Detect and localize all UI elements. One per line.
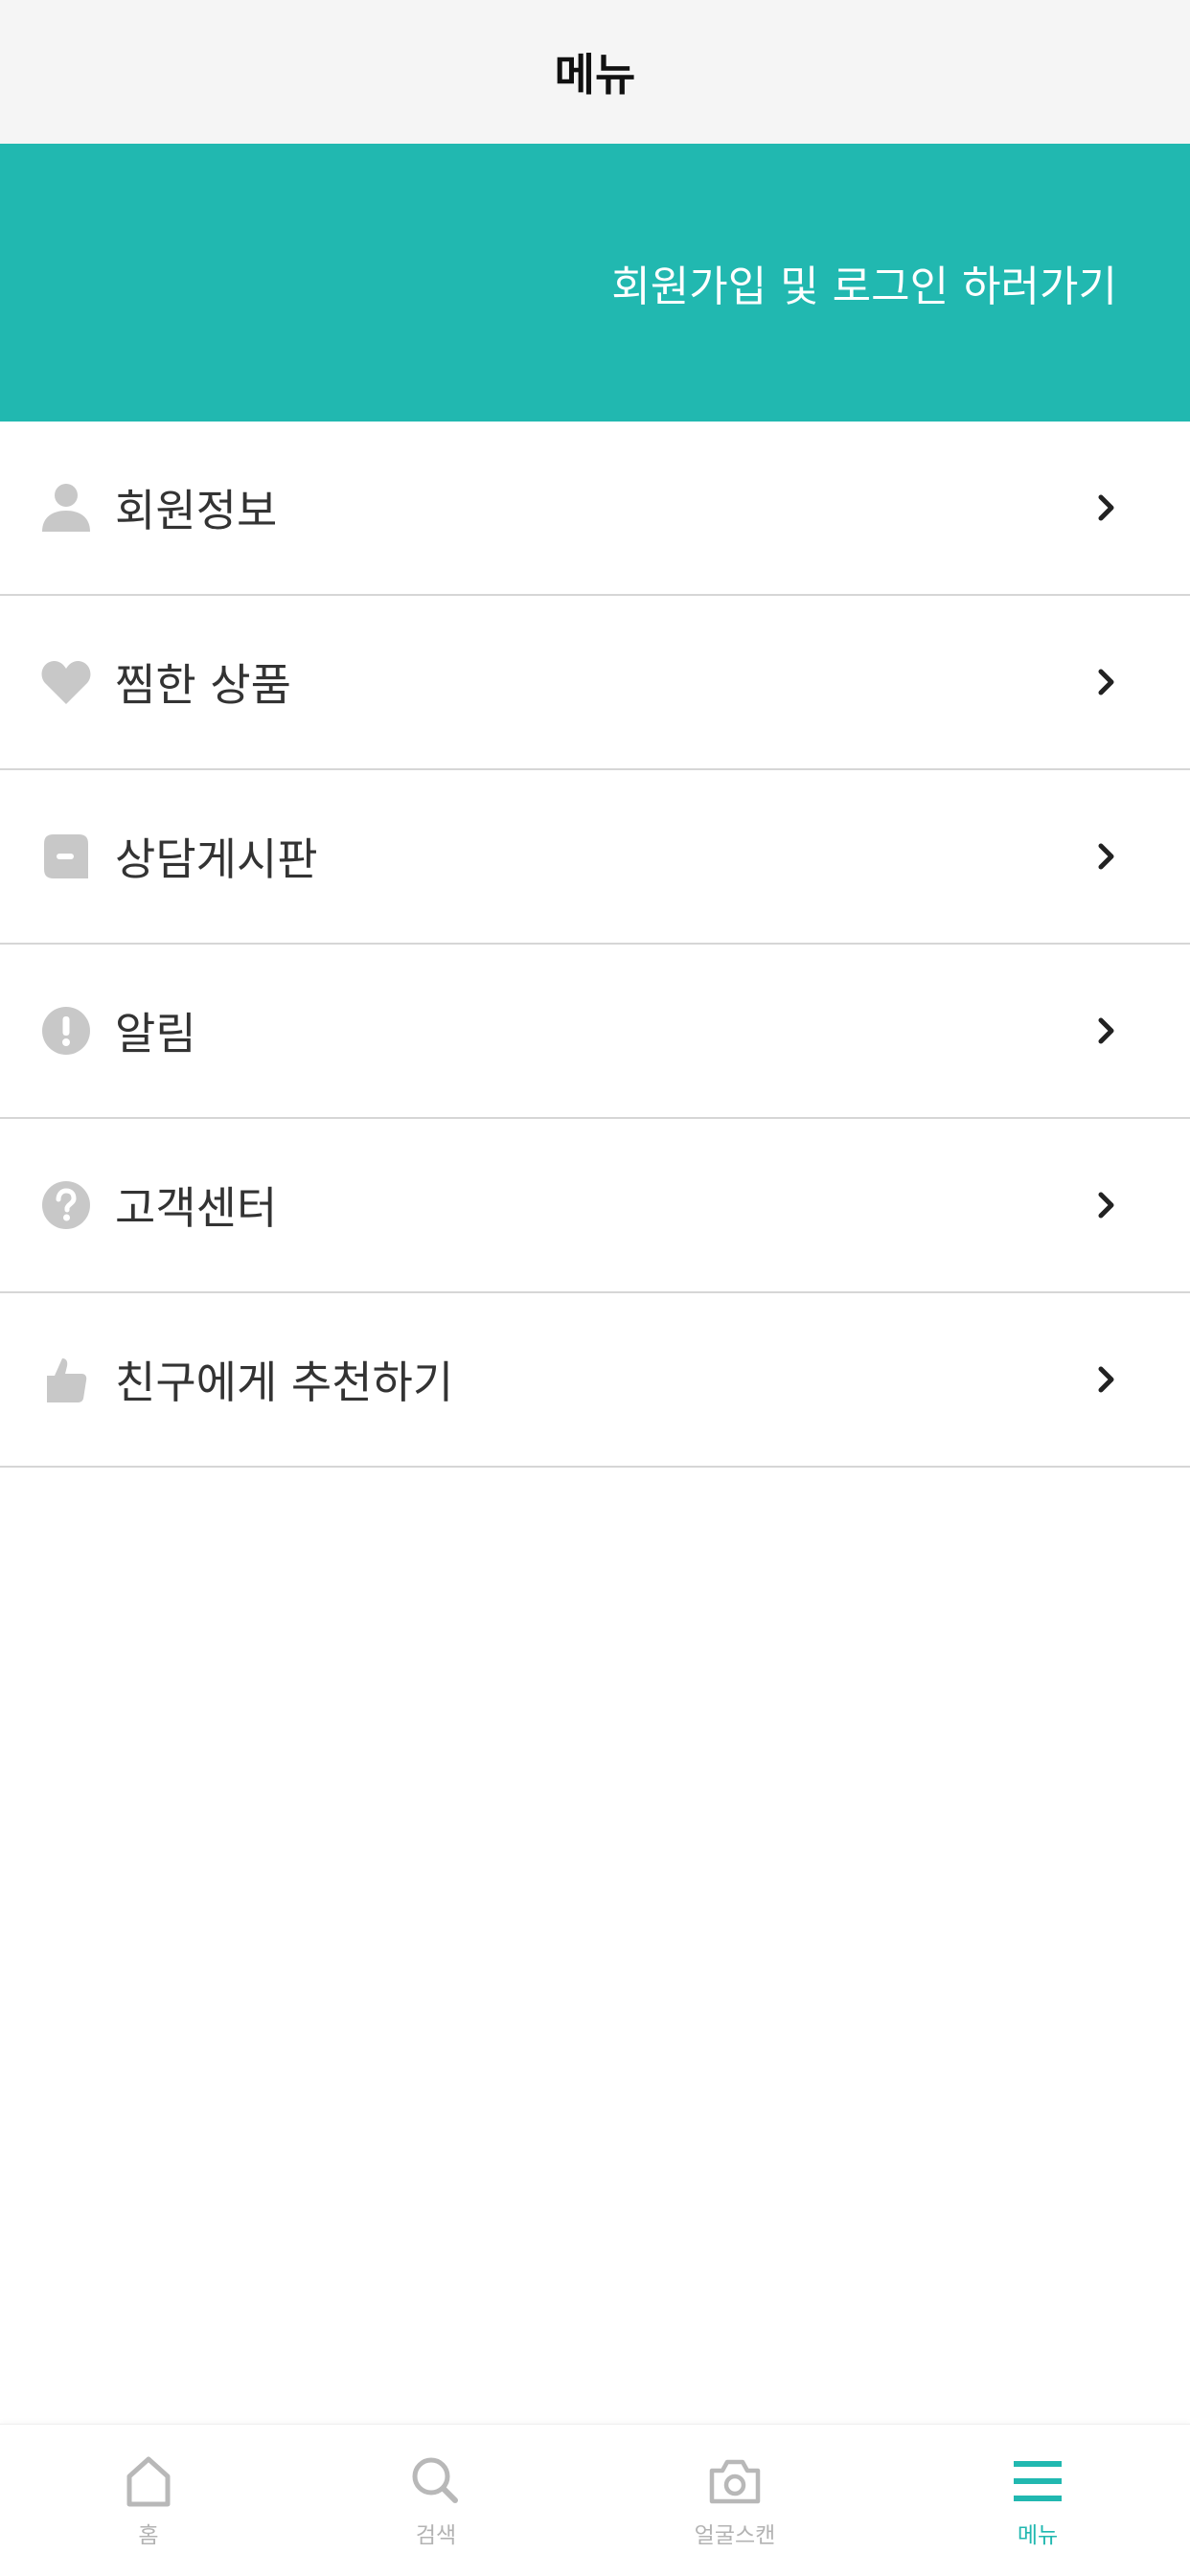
tab-label: 검색: [415, 2523, 457, 2548]
tab-face-scan[interactable]: 얼굴스캔: [677, 2425, 792, 2576]
camera-icon: [705, 2451, 765, 2511]
help-icon: [40, 1179, 92, 1231]
thumbs-up-icon: [40, 1354, 92, 1405]
person-icon: [40, 482, 92, 534]
menu-item-customer-center[interactable]: 고객센터: [0, 1119, 1190, 1293]
heart-icon: [40, 656, 92, 708]
tab-label: 얼굴스캔: [694, 2523, 776, 2548]
menu-item-label: 찜한 상품: [115, 659, 291, 711]
menu-item-label: 고객센터: [115, 1182, 278, 1234]
menu-item-member-info[interactable]: 회원정보: [0, 422, 1190, 596]
menu-item-wishlist[interactable]: 찜한 상품: [0, 596, 1190, 770]
search-icon: [406, 2451, 466, 2511]
menu-item-recommend-friend[interactable]: 친구에게 추천하기: [0, 1293, 1190, 1468]
login-banner[interactable]: 회원가입 및 로그인 하러가기: [0, 144, 1190, 422]
menu-item-notifications[interactable]: 알림: [0, 945, 1190, 1119]
alert-icon: [40, 1005, 92, 1057]
chat-bubble-icon: [40, 831, 92, 882]
menu-list: 회원정보 찜한 상품 상담게시판 알림 고객센터 친구에게 추천하기: [0, 422, 1190, 1468]
home-icon: [119, 2451, 178, 2511]
menu-icon: [1008, 2451, 1067, 2511]
chevron-right-icon: [1092, 1016, 1121, 1045]
tab-menu[interactable]: 메뉴: [980, 2425, 1095, 2576]
menu-item-label: 회원정보: [115, 485, 278, 536]
menu-item-consult-board[interactable]: 상담게시판: [0, 770, 1190, 945]
chevron-right-icon: [1092, 1191, 1121, 1220]
chevron-right-icon: [1092, 1365, 1121, 1394]
menu-item-label: 알림: [115, 1008, 196, 1060]
top-header: 메뉴: [0, 0, 1190, 144]
tab-label: 홈: [138, 2523, 159, 2548]
page-title: 메뉴: [554, 49, 636, 101]
signup-login-link[interactable]: 회원가입 및 로그인 하러가기: [611, 252, 1117, 313]
tab-home[interactable]: 홈: [91, 2425, 206, 2576]
menu-item-label: 상담게시판: [115, 833, 318, 885]
tab-search[interactable]: 검색: [378, 2425, 493, 2576]
chevron-right-icon: [1092, 668, 1121, 696]
chevron-right-icon: [1092, 842, 1121, 871]
tab-label: 메뉴: [1017, 2523, 1059, 2548]
menu-item-label: 친구에게 추천하기: [115, 1356, 454, 1408]
chevron-right-icon: [1092, 493, 1121, 522]
bottom-tab-bar: 홈 검색 얼굴스캔 메뉴: [0, 2424, 1190, 2576]
